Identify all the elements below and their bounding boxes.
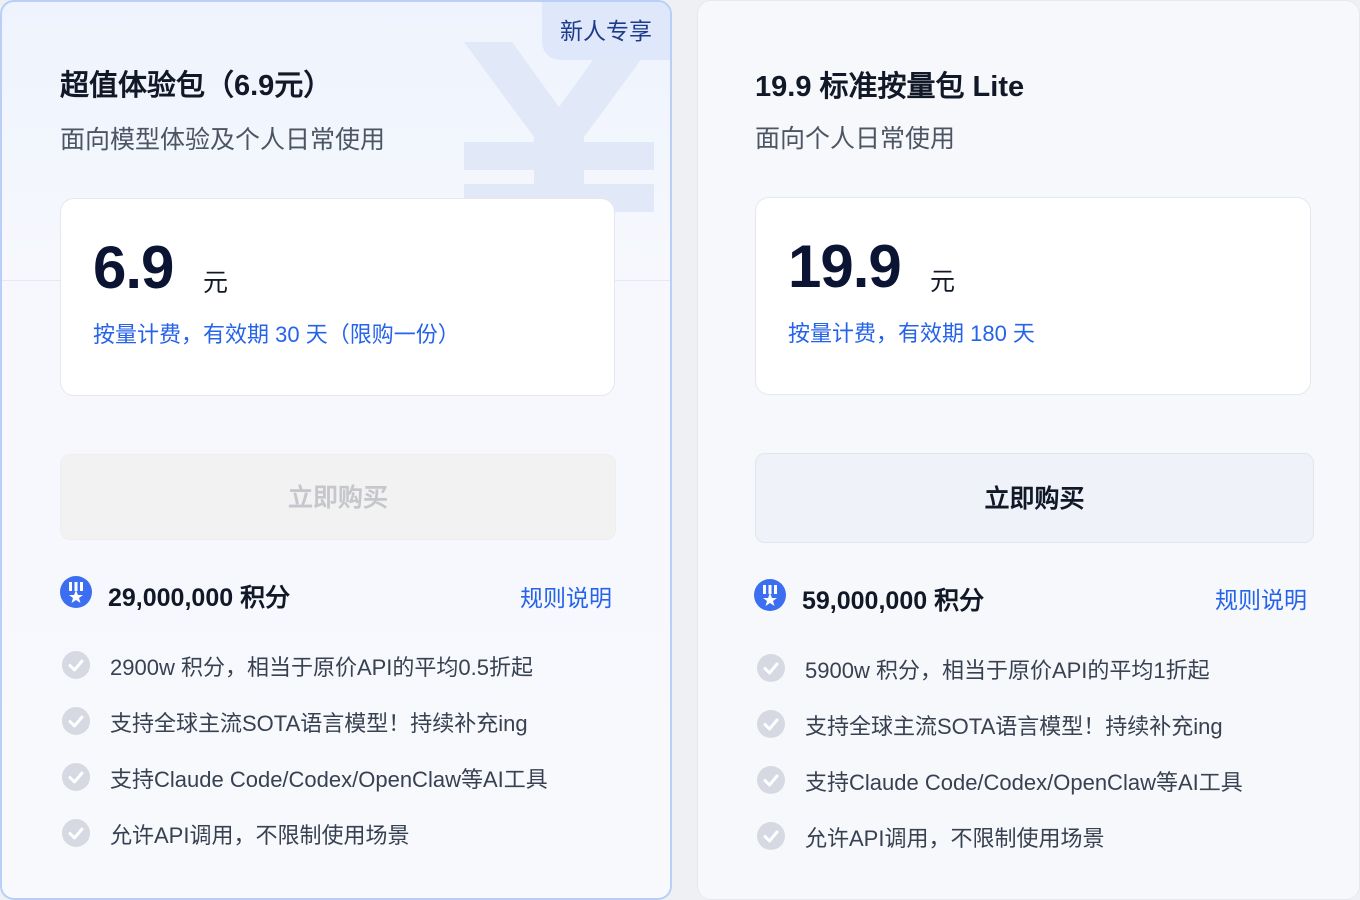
new-user-badge: 新人专享 bbox=[542, 2, 670, 60]
feature-item: 允许API调用，不限制使用场景 bbox=[62, 816, 622, 850]
feature-text: 2900w 积分，相当于原价API的平均0.5折起 bbox=[110, 655, 533, 680]
check-circle-icon bbox=[757, 822, 785, 850]
plan-card-trial: 新人专享 超值体验包（6.9元） 面向模型体验及个人日常使用 6.9 元 按量计… bbox=[0, 0, 672, 900]
plan-subtitle: 面向模型体验及个人日常使用 bbox=[60, 126, 386, 154]
feature-item: 支持Claude Code/Codex/OpenClaw等AI工具 bbox=[757, 763, 1337, 797]
price-note: 按量计费，有效期 180 天 bbox=[788, 321, 1035, 346]
credits-amount: 59,000,000 积分 bbox=[802, 587, 985, 615]
check-circle-icon bbox=[757, 654, 785, 682]
plan-card-standard: 19.9 标准按量包 Lite 面向个人日常使用 19.9 元 按量计费，有效期… bbox=[697, 0, 1360, 900]
price-box: 6.9 元 按量计费，有效期 30 天（限购一份） bbox=[60, 198, 615, 396]
check-circle-icon bbox=[62, 707, 90, 735]
feature-item: 支持全球主流SOTA语言模型！持续补充ing bbox=[757, 707, 1337, 741]
plan-subtitle: 面向个人日常使用 bbox=[755, 125, 956, 153]
price-box: 19.9 元 按量计费，有效期 180 天 bbox=[755, 197, 1311, 395]
plan-title: 19.9 标准按量包 Lite bbox=[755, 71, 1025, 103]
feature-item: 支持全球主流SOTA语言模型！持续补充ing bbox=[62, 704, 622, 738]
feature-text: 允许API调用，不限制使用场景 bbox=[110, 823, 410, 848]
check-circle-icon bbox=[757, 766, 785, 794]
price-unit: 元 bbox=[203, 269, 229, 297]
medal-icon bbox=[60, 576, 92, 608]
feature-item: 5900w 积分，相当于原价API的平均1折起 bbox=[757, 651, 1337, 685]
check-circle-icon bbox=[62, 651, 90, 679]
check-circle-icon bbox=[62, 819, 90, 847]
plan-title: 超值体验包（6.9元） bbox=[60, 70, 333, 102]
buy-button[interactable]: 立即购买 bbox=[60, 454, 616, 540]
feature-item: 2900w 积分，相当于原价API的平均0.5折起 bbox=[62, 648, 622, 682]
check-circle-icon bbox=[62, 763, 90, 791]
price-note: 按量计费，有效期 30 天（限购一份） bbox=[93, 322, 460, 347]
check-circle-icon bbox=[757, 710, 785, 738]
feature-text: 支持全球主流SOTA语言模型！持续补充ing bbox=[805, 714, 1223, 739]
price-value: 19.9 bbox=[788, 233, 902, 300]
rules-link[interactable]: 规则说明 bbox=[520, 579, 612, 613]
rules-link[interactable]: 规则说明 bbox=[1215, 581, 1307, 615]
price-value: 6.9 bbox=[93, 234, 174, 301]
buy-button[interactable]: 立即购买 bbox=[755, 453, 1314, 543]
price-unit: 元 bbox=[930, 268, 956, 296]
feature-text: 5900w 积分，相当于原价API的平均1折起 bbox=[805, 658, 1210, 683]
feature-text: 支持Claude Code/Codex/OpenClaw等AI工具 bbox=[805, 770, 1243, 795]
feature-text: 允许API调用，不限制使用场景 bbox=[805, 826, 1105, 851]
feature-text: 支持全球主流SOTA语言模型！持续补充ing bbox=[110, 711, 528, 736]
medal-icon bbox=[754, 579, 786, 611]
feature-item: 允许API调用，不限制使用场景 bbox=[757, 819, 1337, 853]
feature-text: 支持Claude Code/Codex/OpenClaw等AI工具 bbox=[110, 767, 548, 792]
feature-item: 支持Claude Code/Codex/OpenClaw等AI工具 bbox=[62, 760, 622, 794]
credits-amount: 29,000,000 积分 bbox=[108, 584, 291, 612]
